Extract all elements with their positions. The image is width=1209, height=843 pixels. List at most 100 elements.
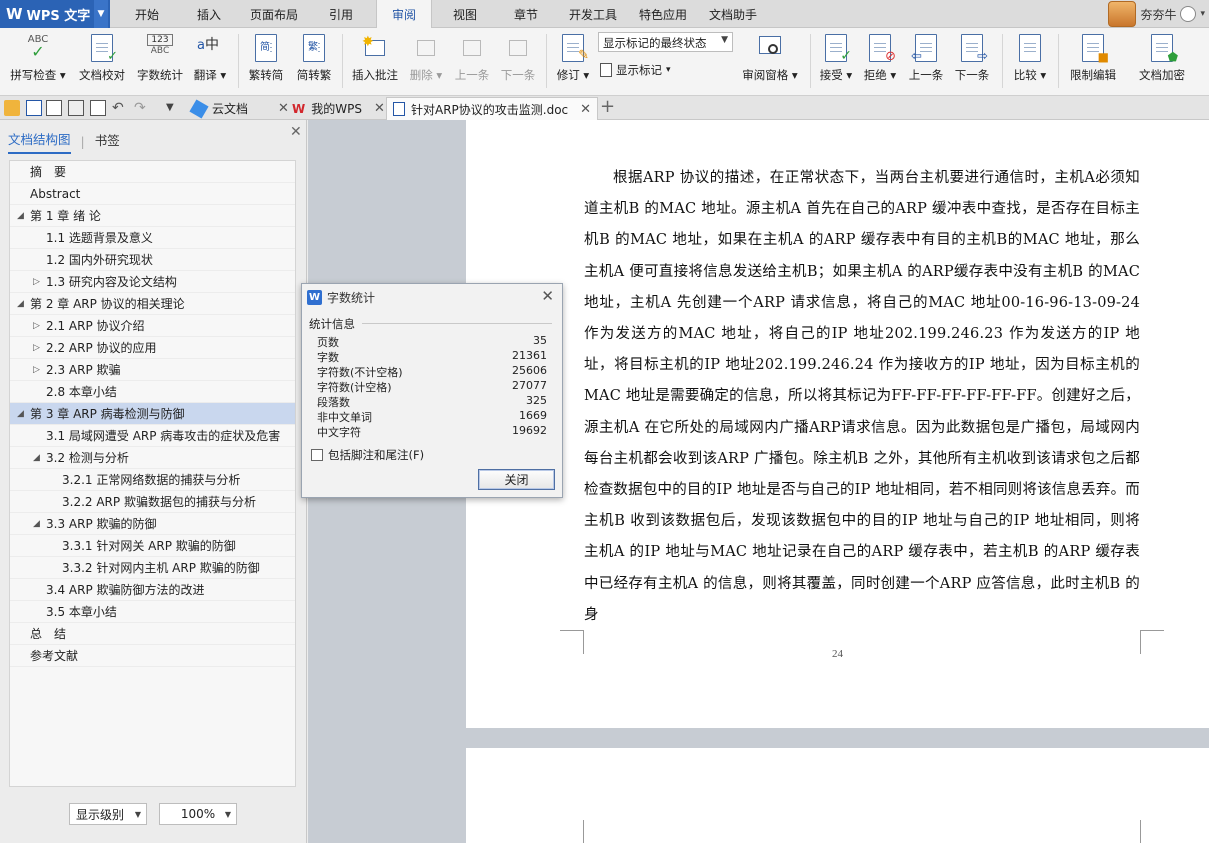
print-preview-icon[interactable]	[90, 100, 106, 116]
tab-references[interactable]: 引用	[320, 0, 362, 28]
tab-insert[interactable]: 插入	[188, 0, 230, 28]
export-pdf-icon[interactable]	[46, 100, 62, 116]
collapse-toggle-icon[interactable]: ◢	[33, 447, 40, 468]
outline-item[interactable]: 3.3.1 针对网关 ARP 欺骗的防御	[10, 535, 295, 557]
undo-icon[interactable]: ↶	[112, 100, 128, 116]
outline-item[interactable]: ▷ 2.2 ARP 协议的应用	[10, 337, 295, 359]
to-traditional-button[interactable]: 简 繁转简	[244, 32, 288, 92]
close-icon[interactable]: ✕	[580, 102, 591, 117]
outline-item[interactable]: 3.2.1 正常网络数据的捕获与分析	[10, 469, 295, 491]
close-icon[interactable]: ✕	[541, 287, 554, 305]
outline-item[interactable]: 1.2 国内外研究现状	[10, 249, 295, 271]
close-button[interactable]: 关闭	[478, 469, 555, 490]
chevron-down-icon[interactable]: ▾	[1200, 9, 1205, 19]
outline-item[interactable]: 3.5 本章小结	[10, 601, 295, 623]
collapse-toggle-icon[interactable]: ◢	[17, 403, 24, 424]
spellcheck-button[interactable]: ABC ✓ 拼写检查 ▾	[8, 32, 68, 92]
include-footnotes-checkbox[interactable]	[311, 449, 323, 461]
prev-comment-button[interactable]: 上一条	[452, 32, 492, 92]
document-page-next[interactable]	[466, 748, 1209, 843]
tab-start[interactable]: 开始	[126, 0, 168, 28]
tab-document-outline[interactable]: 文档结构图	[8, 129, 71, 154]
close-icon[interactable]: ✕	[290, 124, 302, 140]
skin-icon[interactable]	[1180, 6, 1197, 22]
insert-comment-button[interactable]: ✸ 插入批注	[348, 32, 402, 92]
collapse-toggle-icon[interactable]: ◢	[17, 293, 24, 314]
document-page[interactable]: 根据ARP 协议的描述，在正常状态下，当两台主机要进行通信时，主机A必须知道主机…	[466, 120, 1209, 728]
delete-comment-button[interactable]: 删除 ▾	[406, 32, 446, 92]
outline-item[interactable]: 1.1 选题背景及意义	[10, 227, 295, 249]
tab-view[interactable]: 视图	[444, 0, 486, 28]
outline-item[interactable]: ◢ 3.2 检测与分析	[10, 447, 295, 469]
tab-cloud-docs[interactable]: 云文档 ✕	[186, 97, 295, 120]
review-pane-button[interactable]: 审阅窗格 ▾	[738, 32, 802, 92]
wps-app-menu-button[interactable]: W WPS 文字 ▼	[0, 0, 110, 28]
markup-display-select[interactable]: 显示标记的最终状态 ▼	[598, 32, 733, 52]
outline-item[interactable]: 3.1 局域网遭受 ARP 病毒攻击的症状及危害	[10, 425, 295, 447]
outline-item[interactable]: 3.2.2 ARP 欺骗数据包的捕获与分析	[10, 491, 295, 513]
expand-toggle-icon[interactable]: ▷	[33, 315, 40, 336]
collapse-toggle-icon[interactable]: ◢	[33, 513, 40, 534]
new-tab-icon[interactable]: +	[600, 98, 616, 116]
outline-item[interactable]: 3.3.2 针对网内主机 ARP 欺骗的防御	[10, 557, 295, 579]
next-comment-button[interactable]: 下一条	[498, 32, 538, 92]
stat-label: 字符数(不计空格)	[317, 366, 403, 379]
accept-button[interactable]: ✓ 接受 ▾	[816, 32, 856, 92]
outline-item[interactable]: ◢ 第 2 章 ARP 协议的相关理论	[10, 293, 295, 315]
avatar[interactable]	[1108, 1, 1137, 27]
encrypt-button[interactable]: ⬟ 文档加密	[1134, 32, 1190, 92]
compare-button[interactable]: 比较 ▾	[1010, 32, 1050, 92]
body-paragraph[interactable]: 根据ARP 协议的描述，在正常状态下，当两台主机要进行通信时，主机A必须知道主机…	[584, 163, 1140, 631]
outline-item-label: 第 3 章 ARP 病毒检测与防御	[30, 407, 185, 421]
user-box[interactable]: 夯夯牛 ▾	[1108, 0, 1209, 28]
outline-item[interactable]: 2.8 本章小结	[10, 381, 295, 403]
expand-toggle-icon[interactable]: ▷	[33, 337, 40, 358]
next-comment-icon	[505, 34, 531, 62]
stat-label: 字符数(计空格)	[317, 381, 392, 394]
revise-button[interactable]: ✎ 修订 ▾	[553, 32, 593, 92]
outline-item[interactable]: 总 结	[10, 623, 295, 645]
dialog-title-bar[interactable]: W 字数统计	[302, 284, 562, 310]
open-folder-icon[interactable]	[4, 100, 20, 116]
outline-item[interactable]: 3.4 ARP 欺骗防御方法的改进	[10, 579, 295, 601]
reject-button[interactable]: ⊘ 拒绝 ▾	[860, 32, 900, 92]
tab-chapter[interactable]: 章节	[505, 0, 547, 28]
include-footnotes-option[interactable]: 包括脚注和尾注(F)	[311, 447, 424, 463]
outline-item[interactable]: ◢ 3.3 ARP 欺骗的防御	[10, 513, 295, 535]
outline-item[interactable]: ◢ 第 1 章 绪 论	[10, 205, 295, 227]
tab-doc-assistant[interactable]: 文档助手	[703, 0, 763, 28]
outline-item[interactable]: ▷ 2.3 ARP 欺骗	[10, 359, 295, 381]
outline-item[interactable]: ▷ 2.1 ARP 协议介绍	[10, 315, 295, 337]
word-count-button[interactable]: 123 ABC 字数统计	[134, 32, 186, 92]
tab-developer[interactable]: 开发工具	[563, 0, 623, 28]
zoom-select[interactable]: 100% ▼	[159, 803, 237, 825]
outline-item[interactable]: 参考文献	[10, 645, 295, 667]
next-change-button[interactable]: ⇨ 下一条	[952, 32, 992, 92]
save-icon[interactable]	[26, 100, 42, 116]
to-simplified-button[interactable]: 繁 简转繁	[292, 32, 336, 92]
restrict-edit-button[interactable]: ■ 限制编辑	[1066, 32, 1120, 92]
prev-change-button[interactable]: ⇦ 上一条	[906, 32, 946, 92]
print-icon[interactable]	[68, 100, 84, 116]
collapse-toggle-icon[interactable]: ◢	[17, 205, 24, 226]
show-level-select[interactable]: 显示级别 ▼	[69, 803, 147, 825]
customize-toolbar-icon[interactable]: ▼	[166, 100, 182, 116]
outline-item[interactable]: ▷ 1.3 研究内容及论文结构	[10, 271, 295, 293]
expand-toggle-icon[interactable]: ▷	[33, 271, 40, 292]
show-markup-button[interactable]: 显示标记 ▾	[600, 62, 671, 78]
tab-special-features[interactable]: 特色应用	[633, 0, 693, 28]
tab-my-wps[interactable]: W 我的WPS ✕	[286, 97, 391, 120]
outline-item[interactable]: Abstract	[10, 183, 295, 205]
doc-proof-button[interactable]: ✓ 文档校对	[76, 32, 128, 92]
expand-toggle-icon[interactable]: ▷	[33, 359, 40, 380]
outline-tree: 摘 要 Abstract ◢ 第 1 章 绪 论 1.1 选题背景及意义 1.2 国内外研…	[9, 160, 296, 787]
translate-button[interactable]: a中 翻译 ▾	[190, 32, 230, 92]
outline-item[interactable]: 摘 要	[10, 161, 295, 183]
tab-review[interactable]: 审阅	[376, 0, 432, 29]
tab-page-layout[interactable]: 页面布局	[242, 0, 306, 28]
tab-current-document[interactable]: 针对ARP协议的攻击监测.doc ✕	[386, 97, 599, 120]
redo-icon[interactable]: ↷	[134, 100, 150, 116]
close-icon[interactable]: ✕	[374, 101, 385, 116]
tab-bookmarks[interactable]: 书签	[95, 130, 120, 153]
outline-item[interactable]: ◢ 第 3 章 ARP 病毒检测与防御	[10, 403, 295, 425]
